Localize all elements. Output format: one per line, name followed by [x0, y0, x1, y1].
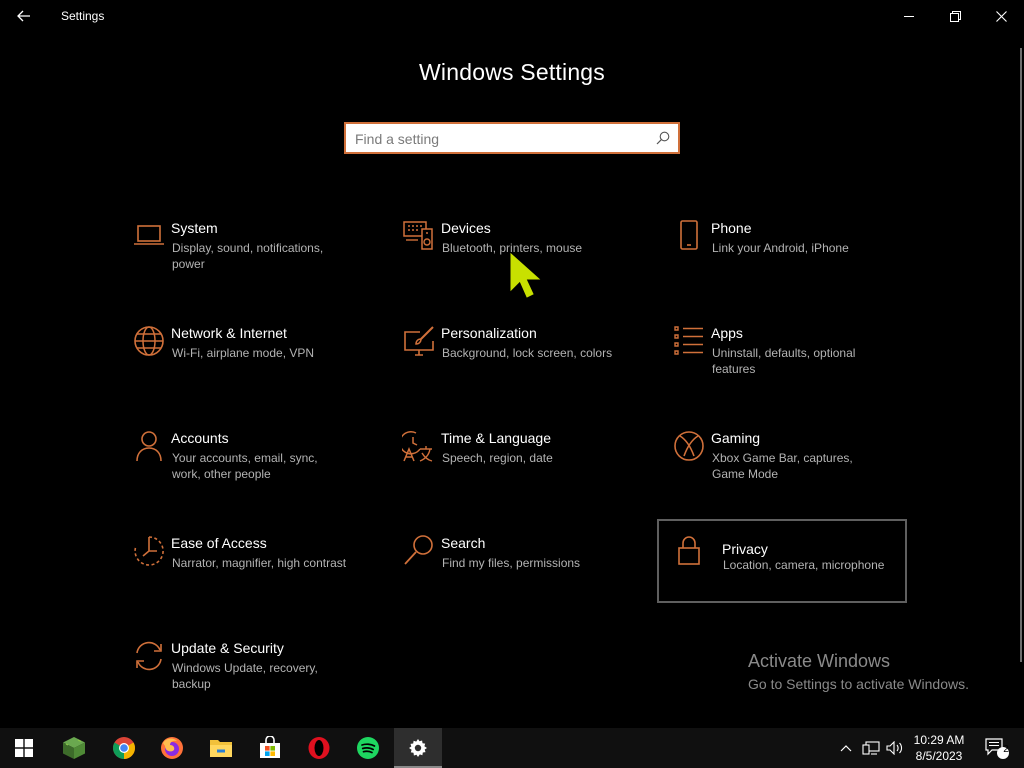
close-button[interactable] — [978, 0, 1024, 32]
tile-description: Windows Update, recovery, backup — [172, 661, 318, 691]
minimize-button[interactable] — [886, 0, 932, 32]
page-title: Windows Settings — [419, 59, 605, 85]
tile-name: Apps — [711, 325, 743, 341]
phone-icon — [680, 220, 698, 250]
apps-list-icon — [674, 326, 703, 355]
tile-description: Your accounts, email, sync, work, other … — [172, 451, 318, 481]
chevron-up-icon — [840, 745, 852, 752]
tile-description: Link your Android, iPhone — [712, 241, 849, 255]
tile-privacy[interactable]: Privacy Location, camera, microphone — [657, 519, 907, 603]
settings-gear-icon — [409, 739, 427, 757]
tile-name: Devices — [441, 220, 491, 236]
tile-description: Location, camera, microphone — [723, 558, 885, 572]
watermark-title: Activate Windows — [748, 651, 891, 671]
taskbar: 10:29 AM 8/5/2023 2 — [0, 728, 1024, 768]
restore-icon — [949, 10, 961, 22]
notification-count-badge: 2 — [1003, 744, 1009, 755]
tile-description: Uninstall, defaults, optional features — [712, 346, 856, 376]
action-center-button[interactable]: 2 — [978, 728, 1016, 768]
back-button[interactable] — [8, 2, 40, 30]
paint-monitor-icon — [404, 326, 434, 356]
tile-network[interactable]: Network & Internet Wi-Fi, airplane mode,… — [120, 324, 370, 408]
tile-personalization[interactable]: Personalization Background, lock screen,… — [390, 324, 640, 408]
tile-name: Time & Language — [441, 430, 551, 446]
search-box[interactable] — [344, 122, 680, 154]
taskbar-spotify[interactable] — [344, 728, 392, 768]
tile-description: Speech, region, date — [442, 451, 553, 465]
scrollbar[interactable] — [1020, 48, 1022, 662]
start-button[interactable] — [0, 728, 48, 768]
tile-name: Accounts — [171, 430, 229, 446]
magnifier-icon — [404, 535, 433, 565]
mouse-cursor-icon — [510, 252, 541, 298]
tile-description: Wi-Fi, airplane mode, VPN — [172, 346, 315, 360]
opera-icon — [308, 737, 330, 759]
tile-apps[interactable]: Apps Uninstall, defaults, optional featu… — [660, 324, 910, 408]
tile-gaming[interactable]: Gaming Xbox Game Bar, captures, Game Mod… — [660, 429, 910, 513]
tile-description: Display, sound, notifications, power — [172, 241, 324, 271]
volume-icon — [886, 741, 903, 755]
clock-date: 8/5/2023 — [915, 749, 963, 763]
tile-name: Network & Internet — [171, 325, 287, 341]
tile-name: Update & Security — [171, 640, 284, 656]
tile-phone[interactable]: Phone Link your Android, iPhone — [660, 219, 910, 303]
taskbar-opera[interactable] — [295, 728, 343, 768]
taskbar-firefox[interactable] — [148, 728, 196, 768]
sync-arrows-icon — [136, 641, 162, 671]
tray-network[interactable] — [860, 728, 882, 768]
minecraft-icon — [63, 737, 85, 759]
file-explorer-icon — [210, 740, 232, 757]
tile-description: Background, lock screen, colors — [442, 346, 613, 360]
tile-name: Gaming — [711, 430, 761, 446]
taskbar-chrome[interactable] — [100, 728, 148, 768]
search-input[interactable] — [355, 129, 645, 149]
tile-description: Xbox Game Bar, captures, Game Mode — [712, 451, 853, 481]
tile-name: System — [171, 220, 218, 236]
search-icon[interactable] — [656, 131, 670, 145]
taskbar-clock[interactable]: 10:29 AM 8/5/2023 — [906, 732, 972, 764]
spotify-icon — [357, 737, 379, 759]
tile-name: Ease of Access — [171, 535, 267, 551]
tile-update-security[interactable]: Update & Security Windows Update, recove… — [120, 639, 370, 723]
watermark-subtitle: Go to Settings to activate Windows. — [748, 676, 969, 692]
window-title: Settings — [61, 9, 105, 23]
xbox-icon — [674, 431, 704, 461]
tile-search[interactable]: Search Find my files, permissions — [390, 534, 640, 618]
tile-ease-of-access[interactable]: Ease of Access Narrator, magnifier, high… — [120, 534, 370, 618]
person-icon — [136, 431, 162, 462]
laptop-icon — [134, 225, 164, 245]
firefox-icon — [161, 737, 183, 759]
tile-system[interactable]: System Display, sound, notifications, po… — [120, 219, 370, 303]
activate-windows-watermark: Activate Windows Go to Settings to activ… — [748, 651, 969, 692]
tile-name: Privacy — [722, 541, 768, 557]
chrome-icon — [113, 737, 135, 759]
tile-name: Search — [441, 535, 486, 551]
network-icon — [862, 741, 880, 755]
tile-description: Find my files, permissions — [442, 556, 581, 570]
taskbar-file-explorer[interactable] — [197, 728, 245, 768]
tile-name: Phone — [711, 220, 752, 236]
taskbar-settings[interactable] — [394, 728, 442, 768]
keyboard-speaker-icon — [403, 221, 433, 250]
taskbar-microsoft-store[interactable] — [246, 728, 294, 768]
tile-description: Narrator, magnifier, high contrast — [172, 556, 347, 570]
microsoft-store-icon — [260, 736, 280, 758]
back-arrow-icon — [17, 10, 30, 22]
title-bar: Settings — [0, 0, 1024, 32]
taskbar-minecraft[interactable] — [50, 728, 98, 768]
restore-button[interactable] — [932, 0, 978, 32]
globe-icon — [134, 326, 164, 356]
tile-time-language[interactable]: Time & Language Speech, region, date — [390, 429, 640, 513]
time-language-icon — [402, 431, 433, 462]
minimize-icon — [904, 16, 914, 17]
lock-icon — [678, 536, 700, 565]
ease-of-access-icon — [134, 536, 164, 566]
windows-start-icon — [15, 739, 33, 757]
tray-overflow-button[interactable] — [836, 728, 856, 768]
close-icon — [995, 10, 1007, 22]
tile-name: Personalization — [441, 325, 537, 341]
tile-accounts[interactable]: Accounts Your accounts, email, sync, wor… — [120, 429, 370, 513]
clock-time: 10:29 AM — [913, 733, 965, 747]
tray-volume[interactable] — [884, 728, 906, 768]
